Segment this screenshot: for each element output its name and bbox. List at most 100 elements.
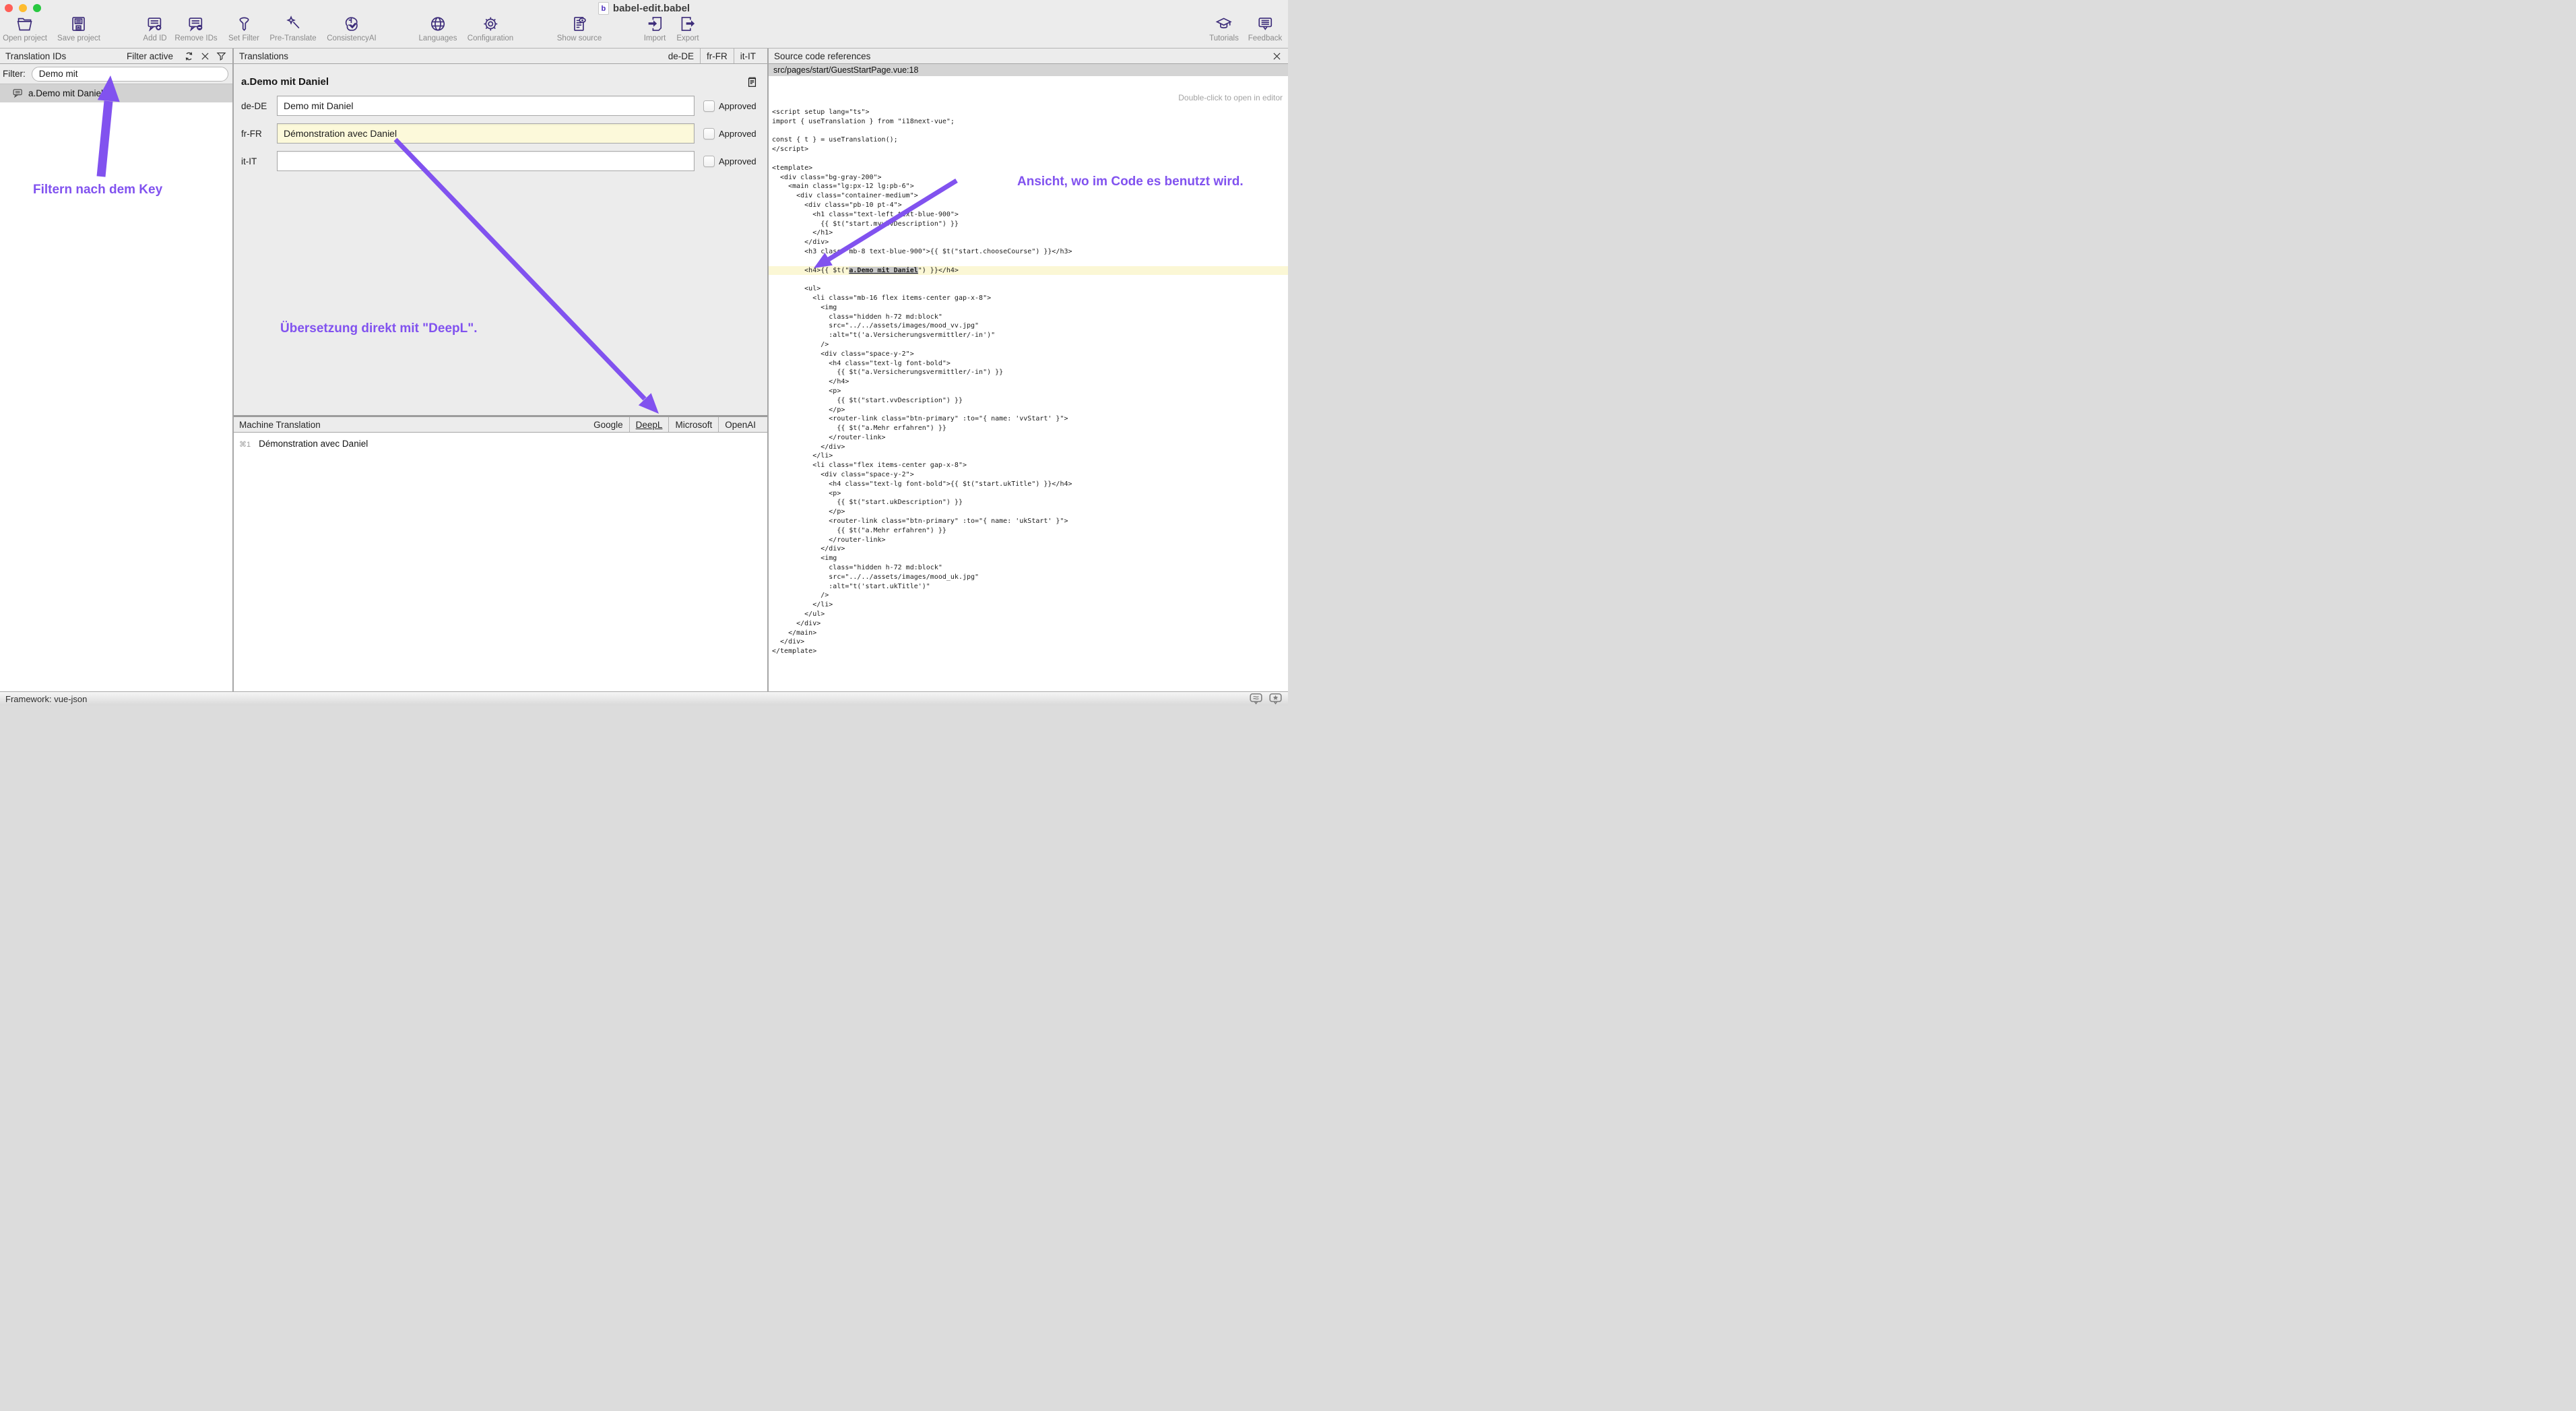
code-line: <div class="container-medium">	[772, 191, 1288, 201]
translation-id-item-selected[interactable]: a.Demo mit Daniel	[0, 84, 232, 102]
save-project-button[interactable]: Save project	[57, 15, 100, 42]
approved-control: Approved	[703, 100, 756, 112]
open-folder-icon	[15, 15, 34, 33]
translation-ids-panel: Translation IDs Filter active Filter: a.…	[0, 49, 234, 691]
toolbar-label: Tutorials	[1209, 34, 1239, 42]
code-line: </router-link>	[772, 433, 1288, 443]
approved-control: Approved	[703, 156, 756, 167]
mt-engine-microsoft[interactable]: Microsoft	[668, 417, 718, 432]
show-source-button[interactable]: Show source	[557, 15, 602, 42]
code-line: class="hidden h-72 md:block"	[772, 313, 1288, 322]
mt-engine-label: OpenAI	[725, 420, 756, 430]
source-reference-item[interactable]: src/pages/start/GuestStartPage.vue:18	[769, 64, 1288, 76]
code-line: import { useTranslation } from "i18next-…	[772, 117, 1288, 127]
selected-id-heading: a.Demo mit Daniel	[241, 75, 758, 88]
set-filter-button[interactable]: Set Filter	[228, 15, 259, 42]
languages-button[interactable]: Languages	[419, 15, 457, 42]
clear-filter-icon[interactable]	[199, 51, 211, 62]
toolbar-label: Configuration	[468, 34, 513, 42]
mt-engine-openai[interactable]: OpenAI	[718, 417, 762, 432]
panel-title: Source code references	[774, 51, 870, 61]
code-line: </div>	[772, 238, 1288, 247]
notepad-icon[interactable]	[746, 75, 758, 88]
window-title: babel-edit.babel	[613, 3, 690, 14]
translation-input-fr[interactable]	[277, 123, 695, 144]
add-id-icon	[146, 15, 164, 33]
mt-engine-label: Microsoft	[675, 420, 712, 430]
add-id-button[interactable]: Add ID	[143, 15, 166, 42]
translation-row-fr: fr-FR Approved	[241, 123, 767, 144]
toolbar-label: Pre-Translate	[269, 34, 316, 42]
funnel-icon	[234, 15, 253, 33]
favorites-bubble-icon[interactable]	[1268, 693, 1283, 705]
translation-input-de[interactable]	[277, 96, 695, 116]
filter-funnel-icon[interactable]	[216, 51, 227, 62]
approved-checkbox-de[interactable]	[703, 100, 715, 112]
brain-check-icon	[342, 15, 360, 33]
fuzzy-match-bubble-icon[interactable]	[1249, 693, 1263, 705]
code-line: <div class="pb-10 pt-4">	[772, 201, 1288, 210]
approved-label: Approved	[719, 129, 756, 139]
translations-header: Translations de-DE fr-FR it-IT	[234, 49, 767, 64]
lang-tab-fr-FR[interactable]: fr-FR	[700, 49, 734, 63]
lang-tab-label: it-IT	[740, 51, 756, 61]
filter-label: Filter:	[3, 69, 26, 79]
code-line: </p>	[772, 406, 1288, 415]
code-line: </div>	[772, 544, 1288, 554]
code-viewer[interactable]: Double-click to open in editor <script s…	[769, 76, 1288, 691]
translation-id-label: a.Demo mit Daniel	[28, 88, 103, 98]
mt-engine-tabs: Google DeepL Microsoft OpenAI	[587, 417, 762, 432]
approved-checkbox-fr[interactable]	[703, 128, 715, 139]
code-line: </p>	[772, 507, 1288, 517]
open-project-button[interactable]: Open project	[3, 15, 47, 42]
lang-label: fr-FR	[241, 129, 277, 139]
filter-active-status: Filter active	[127, 51, 173, 61]
code-line: </template>	[772, 647, 1288, 656]
close-panel-icon[interactable]	[1271, 51, 1283, 62]
mt-engine-google[interactable]: Google	[587, 417, 629, 432]
export-button[interactable]: Export	[676, 15, 699, 42]
code-line: />	[772, 591, 1288, 600]
code-line: const { t } = useTranslation();	[772, 135, 1288, 145]
import-button[interactable]: Import	[644, 15, 666, 42]
code-line: {{ $t("start.ukDescription") }}	[772, 498, 1288, 507]
code-line: />	[772, 340, 1288, 350]
pre-translate-button[interactable]: Pre-Translate	[269, 15, 316, 42]
lang-tab-it-IT[interactable]: it-IT	[734, 49, 762, 63]
document-icon: b	[598, 2, 609, 15]
code-line: {{ $t("a.Mehr erfahren") }}	[772, 424, 1288, 433]
toolbar-label: Show source	[557, 34, 602, 42]
lang-tab-de-DE[interactable]: de-DE	[662, 49, 700, 63]
configuration-button[interactable]: Configuration	[468, 15, 513, 42]
approved-checkbox-it[interactable]	[703, 156, 715, 167]
toolbar-label: Feedback	[1248, 34, 1283, 42]
toolbar: b babel-edit.babel Open project Save pro…	[0, 0, 1288, 49]
mt-suggestion-row[interactable]: ⌘1 Démonstration avec Daniel	[234, 433, 767, 449]
translation-input-it[interactable]	[277, 151, 695, 171]
mt-shortcut: ⌘1	[239, 440, 251, 449]
export-icon	[679, 15, 697, 33]
code-line: src="../../assets/images/mood_uk.jpg"	[772, 573, 1288, 582]
gear-icon	[482, 15, 500, 33]
mt-engine-deepl[interactable]: DeepL	[629, 417, 669, 432]
selected-id-text: a.Demo mit Daniel	[241, 76, 329, 88]
filter-input[interactable]	[32, 67, 228, 82]
toolbar-label: Open project	[3, 34, 47, 42]
code-line: <div class="bg-gray-200">	[772, 173, 1288, 183]
code-line: <router-link class="btn-primary" :to="{ …	[772, 414, 1288, 424]
toolbar-label: Export	[676, 34, 699, 42]
consistency-ai-button[interactable]: ConsistencyAI	[327, 15, 377, 42]
source-references-header: Source code references	[769, 49, 1288, 64]
mt-suggestion-text: Démonstration avec Daniel	[259, 439, 368, 449]
framework-status: Framework: vue-json	[5, 694, 87, 704]
remove-ids-button[interactable]: Remove IDs	[174, 15, 217, 42]
tutorials-button[interactable]: Tutorials	[1209, 15, 1239, 42]
window-title-area: b babel-edit.babel	[0, 2, 1288, 15]
language-tabs: de-DE fr-FR it-IT	[662, 49, 762, 63]
code-line: {{ $t("a.Versicherungsvermittler/-in") }…	[772, 368, 1288, 377]
highlighted-translation-key[interactable]: a.Demo mit Daniel	[849, 267, 917, 274]
lang-tab-label: de-DE	[668, 51, 694, 61]
code-line: <template>	[772, 164, 1288, 173]
refresh-icon[interactable]	[183, 51, 195, 62]
feedback-button[interactable]: Feedback	[1248, 15, 1283, 42]
